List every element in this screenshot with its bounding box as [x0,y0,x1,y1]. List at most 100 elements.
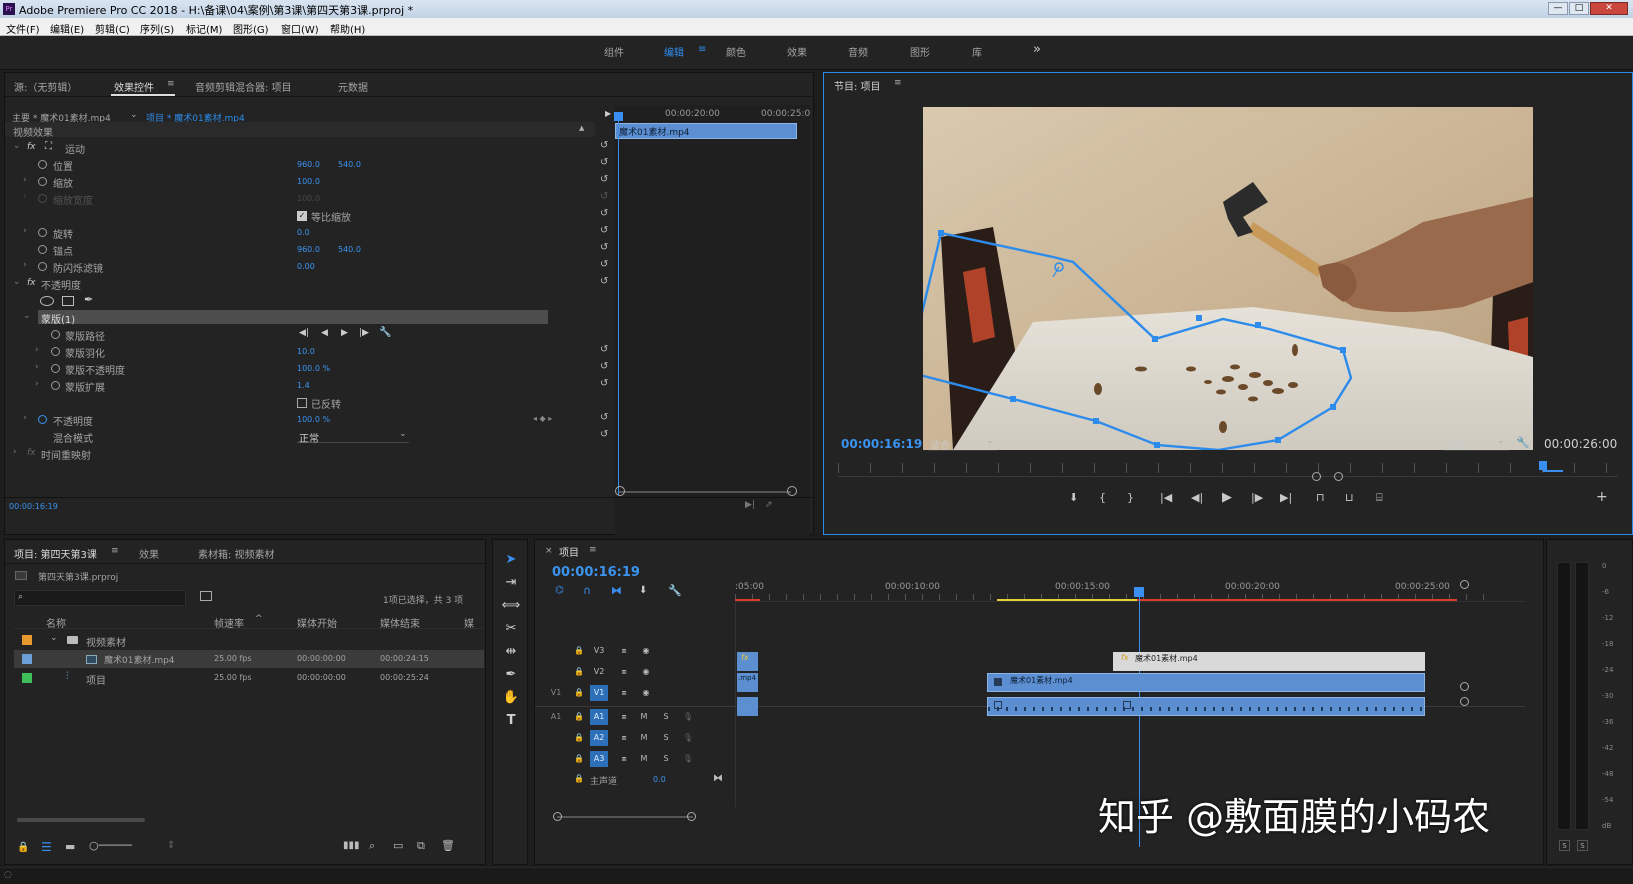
menu-help[interactable]: 帮助(H) [330,21,365,36]
workspace-tab-effects[interactable]: 效果 [787,44,807,59]
track-lock-icon[interactable]: 🔒 [570,730,588,746]
pen-mask-icon[interactable]: ✒ [84,293,93,306]
mini-scroll-handle-right[interactable] [787,486,797,496]
sort-icon[interactable]: ⇕ [167,840,175,851]
linked-selection-icon[interactable]: ⧓ [611,584,622,597]
list-item[interactable]: ⫶ 项目 25.00 fps 00:00:00:00 00:00:25:24 [14,669,484,687]
track-label[interactable]: A3 [590,751,608,767]
timeline-vscroll-top[interactable] [1460,580,1469,589]
motion-transform-icon[interactable]: ⛶ [45,141,52,152]
expand-icon[interactable]: › [23,226,31,236]
clip-v1-main[interactable]: 魔术01素材.mp4 [987,673,1425,692]
add-button-icon[interactable]: + [1596,489,1608,505]
sync-lock-icon[interactable]: ⧈ [615,685,633,701]
scale-value[interactable]: 100.0 [297,177,320,186]
step-back-icon[interactable]: ◀| [1191,491,1203,504]
timeline-hscroll-left[interactable] [553,812,562,821]
reset-icon[interactable]: ↺ [600,259,608,270]
track-label[interactable]: A1 [590,709,608,725]
sync-lock-icon[interactable]: ⧈ [615,751,633,767]
wrench-icon[interactable]: 🔧 [379,327,391,338]
reset-icon[interactable]: ↺ [600,174,608,185]
label-color-swatch[interactable] [22,654,32,664]
timeline-timecode[interactable]: 00:00:16:19 [552,565,640,580]
quality-select[interactable]: 完整 ⌄ [1444,436,1509,452]
eye-icon[interactable]: ◉ [637,643,655,659]
stopwatch-icon[interactable] [38,160,47,169]
expand-icon[interactable]: ⌄ [13,277,21,287]
trash-icon[interactable]: 🗑 [441,839,455,852]
track-prev-frame-icon[interactable]: ◀ [321,328,328,338]
solo-button[interactable]: S [657,751,675,767]
fx-badge-icon[interactable]: fx [27,278,36,288]
effect-time-remap[interactable]: › fx 时间重映射 [5,445,595,462]
keyframe-nav-icon[interactable]: ◂ ◆ ▸ [533,414,552,423]
tab-bin[interactable]: 素材箱: 视频素材 [198,546,275,561]
property-mask-expansion[interactable]: › 蒙版扩展 1.4 ↺ [5,377,608,394]
track-lock-icon[interactable]: 🔒 [570,643,588,659]
workspace-tab-libraries[interactable]: 库 [972,44,982,59]
source-patch-v1[interactable]: V1 [547,685,565,701]
expand-icon[interactable]: ⌄ [23,311,31,321]
stopwatch-icon[interactable] [38,245,47,254]
program-monitor-title[interactable]: 节目: 项目 [834,78,881,93]
nest-icon[interactable]: ⌬ [555,585,564,596]
timeline-vscroll-mid[interactable] [1460,682,1469,691]
track-lock-icon[interactable]: 🔒 [570,685,588,701]
mask-1-row[interactable]: ⌄ 蒙版(1) [5,309,595,326]
property-rotation[interactable]: › 旋转 0.0 ↺ [5,224,608,241]
menu-sequence[interactable]: 序列(S) [140,21,174,36]
program-zoom-handle-left[interactable] [1312,472,1321,481]
label-color-swatch[interactable] [22,635,32,645]
program-timecode[interactable]: 00:00:16:19 [841,437,922,451]
position-x-value[interactable]: 960.0 [297,160,320,169]
add-marker-icon[interactable]: ⬇ [1069,491,1078,504]
meter-solo-right[interactable]: S [1577,840,1588,851]
minimize-button[interactable]: — [1548,2,1568,15]
source-patch-a1[interactable]: A1 [547,709,565,725]
track-select-tool-icon[interactable]: ⇥ [500,575,522,595]
chevron-down-icon[interactable]: ⌄ [130,110,138,120]
export-icon[interactable]: ⇗ [765,500,773,510]
column-frame-rate[interactable]: 帧速率 [214,615,244,630]
chevron-down-icon[interactable]: ⌄ [50,633,58,643]
eye-icon[interactable]: ◉ [637,664,655,680]
menu-window[interactable]: 窗口(W) [281,21,319,36]
fx-badge-icon[interactable]: fx [27,142,36,152]
property-mask-path[interactable]: 蒙版路径 ◀| ◀ ▶ |▶ 🔧 [5,326,595,343]
menu-edit[interactable]: 编辑(E) [50,21,84,36]
checkbox-unchecked[interactable] [297,398,307,408]
tab-menu-icon[interactable]: ≡ [111,546,119,556]
column-media-start[interactable]: 媒体开始 [297,615,337,630]
track-next-frame-icon[interactable]: ▶ [341,328,348,338]
reset-icon[interactable]: ↺ [600,429,608,440]
lift-icon[interactable]: ⊓ [1316,491,1325,504]
settings-wrench-icon[interactable]: 🔧 [1516,436,1530,449]
icon-view-icon[interactable]: ▬ [65,840,75,853]
anchor-x-value[interactable]: 960.0 [297,245,320,254]
expand-icon[interactable]: › [23,413,31,423]
tab-audio-clip-mixer[interactable]: 音频剪辑混合器: 项目 [195,79,292,94]
column-media-more[interactable]: 媒 [464,615,474,630]
tab-metadata[interactable]: 元数据 [338,79,368,94]
mark-out-icon[interactable]: } [1127,491,1134,504]
clip-v2-fx[interactable]: fx [737,652,758,671]
sync-lock-icon[interactable]: ⧈ [615,643,633,659]
reset-icon[interactable]: ↺ [600,361,608,372]
mute-button[interactable]: M [635,730,653,746]
reset-icon[interactable]: ↺ [600,208,608,219]
step-forward-icon[interactable]: |▶ [1251,491,1263,504]
stopwatch-icon[interactable] [51,364,60,373]
program-playhead[interactable] [1539,461,1547,470]
expand-icon[interactable]: › [35,362,43,372]
timeline-settings-icon[interactable]: 🔧 [668,584,682,597]
stopwatch-icon[interactable] [38,415,47,424]
panel-menu-icon[interactable]: ≡ [894,78,902,88]
solo-button[interactable]: S [657,709,675,725]
mini-playhead-head[interactable] [614,112,623,121]
menu-marker[interactable]: 标记(M) [186,21,222,36]
mic-icon[interactable]: 🎙 [679,709,697,725]
list-view-icon[interactable]: ☰ [41,840,52,854]
property-blend-mode[interactable]: 混合模式 正常 ⌄ ↺ [5,428,608,445]
tab-effects[interactable]: 效果 [139,546,159,561]
